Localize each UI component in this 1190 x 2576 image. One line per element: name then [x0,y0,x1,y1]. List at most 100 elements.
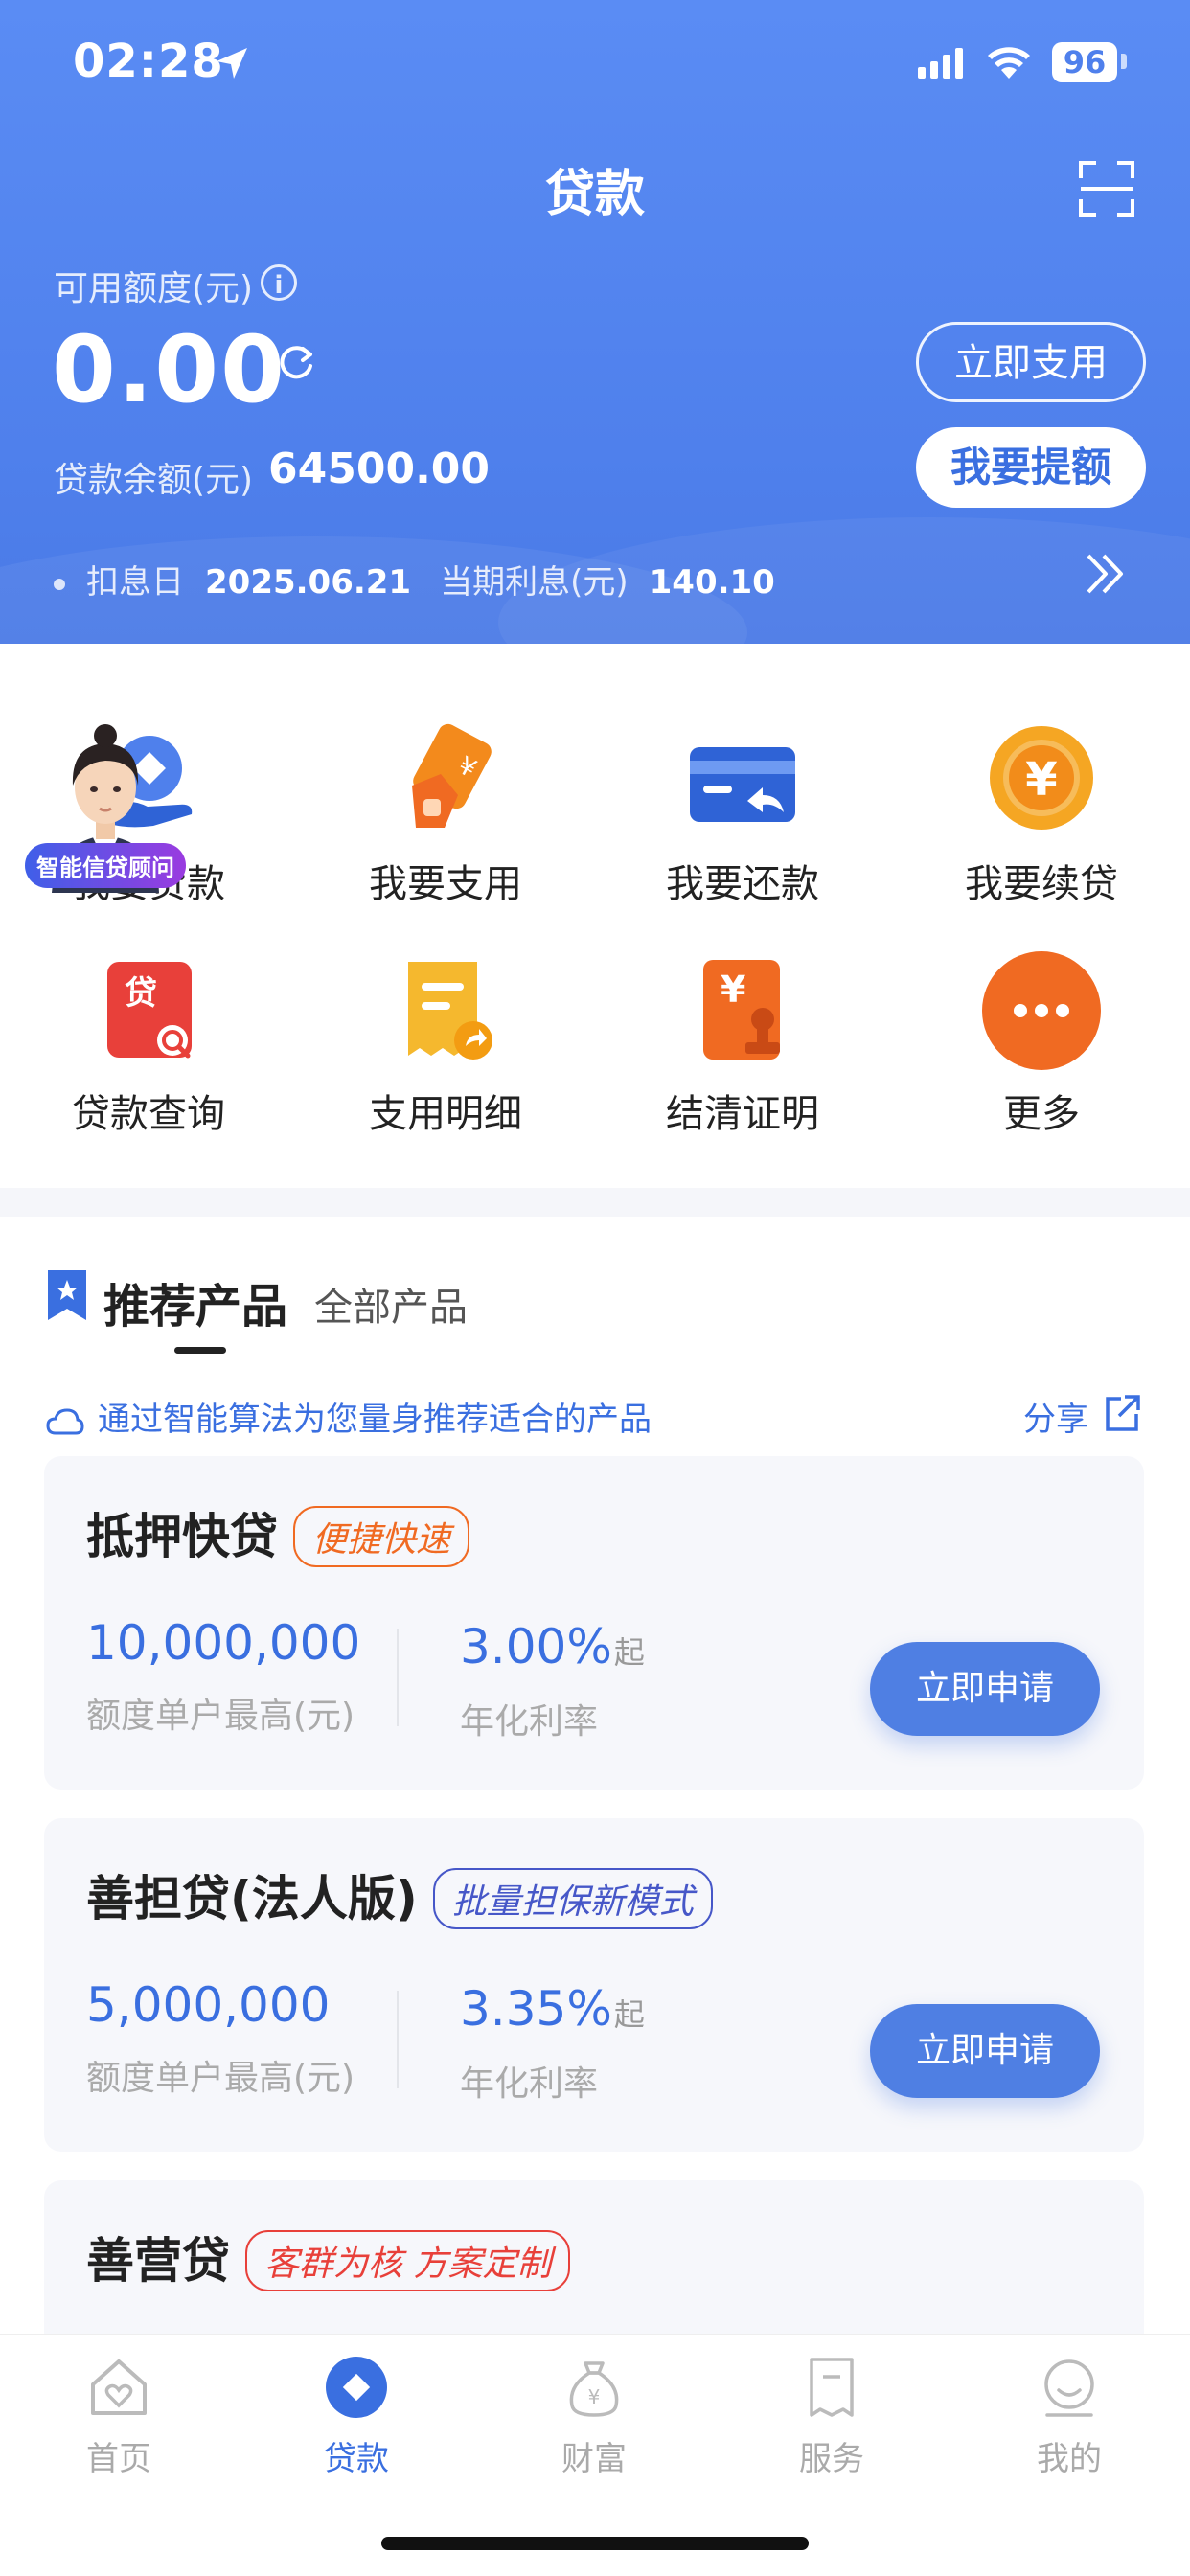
home-icon [91,2359,147,2415]
action-renew-loan[interactable]: ¥ 我要续贷 [893,718,1190,908]
product-name: 善担贷(法人版) [86,1871,418,1926]
product-card[interactable]: 善担贷(法人版) 批量担保新模式 5,000,000 额度单户最高(元) 3.35… [44,1818,1144,2152]
product-card[interactable]: 善营贷 客群为核 方案定制 [44,2180,1144,2334]
raise-quota-button[interactable]: 我要提额 [916,427,1146,508]
product-name-row: 善担贷(法人版) 批量担保新模式 [86,1860,713,1933]
max-amount: 10,000,000 [86,1615,361,1671]
divider [397,1991,399,2088]
scan-icon[interactable] [1079,161,1134,217]
tab-label: 服务 [799,2440,864,2478]
status-time: 02:28 [73,34,224,88]
tab-service[interactable]: 服务 [713,2354,950,2479]
wifi-icon [988,47,1030,79]
yen-coin-icon: ¥ [979,718,1104,843]
action-label: 结清证明 [666,1092,819,1136]
action-use-loan[interactable]: ¥ 我要支用 [297,718,594,908]
advisor-badge[interactable]: 智能信贷顾问 [25,843,186,888]
svg-text:¥: ¥ [1025,753,1057,807]
tab-label: 财富 [561,2440,627,2478]
rate-suffix: 起 [613,1634,645,1671]
loan-balance-label: 贷款余额(元) [54,461,254,500]
yen-stamp-icon: ¥ [680,948,805,1073]
rate-value: 3.00% [460,1619,612,1675]
product-tag: 批量担保新模式 [432,1867,713,1929]
product-name-row: 抵押快贷 便捷快速 [86,1498,470,1571]
action-use-details[interactable]: 支用明细 [297,948,594,1138]
product-name: 抵押快贷 [86,1509,278,1564]
status-bar: 02:28 96 [0,0,1190,125]
available-quota-label: 可用额度(元) [54,269,254,308]
tab-wealth[interactable]: ¥ 财富 [475,2354,713,2479]
action-settlement-proof[interactable]: ¥ 结清证明 [594,948,891,1138]
max-amount-label: 额度单户最高(元) [86,1697,355,1736]
tab-label: 贷款 [324,2440,389,2478]
recommend-hint-text: 通过智能算法为您量身推荐适合的产品 [98,1401,652,1439]
location-arrow-icon [217,48,247,79]
bullet-dot [54,578,65,590]
home-indicator [381,2537,809,2550]
svg-text:贷: 贷 [125,974,157,1013]
apply-now-button[interactable]: 立即申请 [870,2004,1100,2098]
interest-info-row: 扣息日 2025.06.21 当期利息(元) 140.10 [54,556,804,603]
action-label: 我要还款 [666,862,819,906]
share-link[interactable]: 分享 [1023,1393,1088,1440]
recommend-hint: 通过智能算法为您量身推荐适合的产品 [46,1393,652,1440]
battery-tip [1121,54,1127,69]
cellular-signal-icon [918,48,963,79]
apply-now-button[interactable]: 立即申请 [870,1642,1100,1736]
double-chevron-right-icon[interactable] [1083,550,1131,598]
action-more[interactable]: 更多 [893,948,1190,1138]
action-label: 更多 [1003,1092,1080,1136]
tab-label: 我的 [1037,2440,1102,2478]
tab-recommended-products[interactable]: 推荐产品 [103,1268,287,1335]
profile-icon [1044,2359,1094,2417]
divider [397,1629,399,1726]
product-name: 善营贷 [86,2233,230,2289]
interest-date-value: 2025.06.21 [205,563,412,602]
tab-home[interactable]: 首页 [0,2354,238,2479]
current-interest-label: 当期利息(元) [440,563,629,602]
share-icon[interactable] [1102,1393,1142,1433]
max-amount-label: 额度单户最高(元) [86,2059,355,2098]
loan-icon [326,2357,387,2418]
bookmark-star-icon [48,1270,86,1320]
active-tab-indicator [174,1347,226,1354]
receipt-share-icon [383,948,508,1073]
tab-profile[interactable]: 我的 [950,2354,1188,2479]
product-tag: 便捷快速 [293,1505,470,1567]
use-now-button[interactable]: 立即支用 [916,322,1146,402]
action-label: 支用明细 [369,1092,522,1136]
battery-indicator: 96 [1052,42,1117,82]
action-loan-query[interactable]: 贷 贷款查询 [0,948,297,1138]
svg-text:¥: ¥ [588,2385,601,2408]
card-return-icon [680,718,805,843]
tab-label: 首页 [86,2440,151,2478]
product-name-row: 善营贷 客群为核 方案定制 [86,2223,571,2295]
rate-suffix: 起 [613,1996,645,2033]
rate-value: 3.35% [460,1981,612,2037]
card-in-hand-icon: ¥ [383,718,508,843]
interest-date-label: 扣息日 [86,563,184,602]
action-label: 我要支用 [369,862,522,906]
product-card[interactable]: 抵押快贷 便捷快速 10,000,000 额度单户最高(元) 3.00%起 年化利… [44,1456,1144,1790]
action-label: 贷款查询 [72,1092,225,1136]
action-repay[interactable]: 我要还款 [594,718,891,908]
available-quota-value: 0.00 [52,316,286,423]
annual-rate-label: 年化利率 [460,2064,599,2104]
loan-search-icon: 贷 [86,948,211,1073]
tab-loan[interactable]: 贷款 [238,2354,475,2479]
info-icon[interactable]: i [261,264,297,301]
current-interest-value: 140.10 [649,563,775,602]
wealth-icon: ¥ [569,2361,619,2417]
products-section: 推荐产品 全部产品 通过智能算法为您量身推荐适合的产品 分享 抵押快贷 便捷快速 … [0,1217,1190,2334]
refresh-icon[interactable] [274,341,318,385]
action-label: 我要续贷 [965,862,1118,906]
tab-all-products[interactable]: 全部产品 [314,1276,468,1332]
max-amount: 5,000,000 [86,1977,331,2033]
loan-balance-value: 64500.00 [268,445,491,493]
service-icon [810,2358,854,2417]
loan-header: 02:28 96 贷款 可用额度(元) i 0.00 立即支用 我要提额 贷款余… [0,0,1190,644]
product-tag: 客群为核 方案定制 [245,2229,571,2291]
page-title: 贷款 [544,166,645,223]
cloud-icon [46,1407,84,1434]
